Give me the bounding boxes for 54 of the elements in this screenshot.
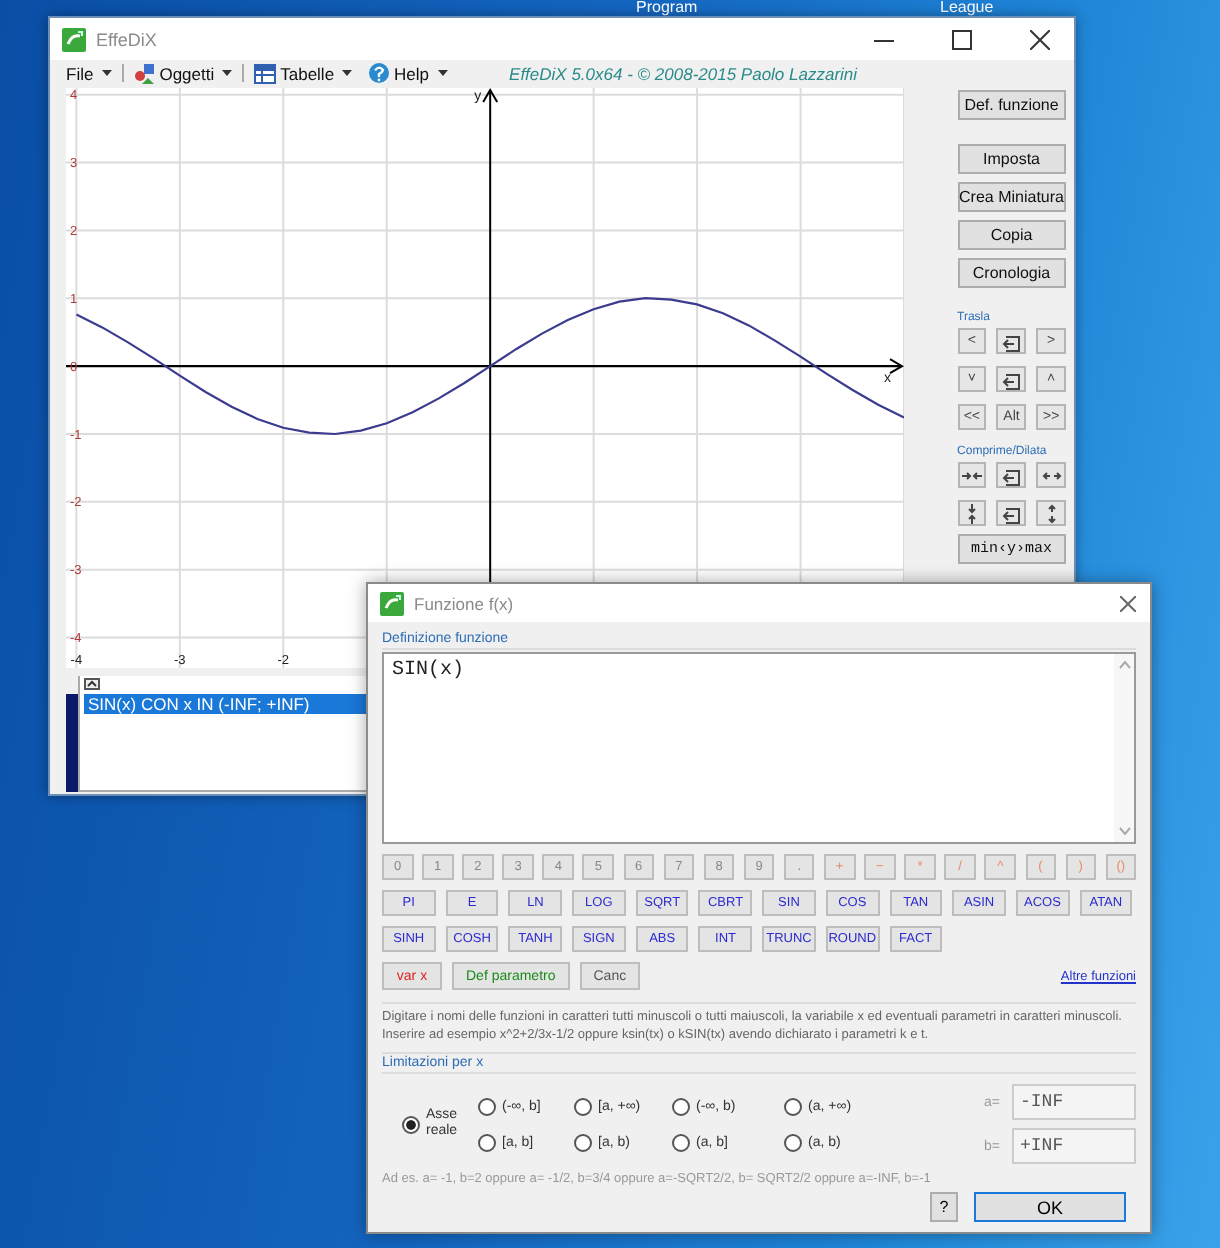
radio-button[interactable] [672, 1097, 690, 1115]
compress-horizontal-button[interactable] [957, 462, 987, 488]
desktop-icon-label[interactable]: League [940, 0, 994, 16]
close-icon [1030, 29, 1050, 49]
panel-button[interactable]: Crea Miniatura [957, 182, 1066, 212]
reset-button[interactable] [996, 366, 1027, 392]
radio-button[interactable] [402, 1115, 420, 1133]
app-caption: EffeDiX 5.0x64 - © 2008-2015 Paolo Lazzarini [509, 63, 858, 83]
radio-button[interactable] [478, 1133, 496, 1151]
reset-icon [1001, 465, 1022, 485]
expand-vertical-button[interactable] [1036, 500, 1066, 526]
caret-icon [437, 70, 448, 76]
scroll-up-icon [1117, 660, 1131, 670]
reset-icon [1001, 369, 1022, 389]
radio-button[interactable] [574, 1097, 592, 1115]
caret-icon [222, 70, 233, 76]
help-button[interactable]: ? [930, 1192, 958, 1222]
ok-button[interactable]: OK [974, 1192, 1126, 1222]
close-icon [1120, 595, 1136, 611]
radio-button[interactable] [574, 1133, 592, 1151]
caret-icon [342, 70, 353, 76]
app-icon [62, 27, 86, 51]
radio-button[interactable] [478, 1097, 496, 1115]
scroll-down-icon [1117, 826, 1131, 836]
menu-item[interactable]: File [60, 60, 118, 86]
menu-item[interactable]: Tabelle [248, 60, 359, 86]
maximize-icon [952, 29, 972, 49]
collapse-icon [84, 678, 100, 690]
radio-button[interactable] [784, 1097, 802, 1115]
desktop-icon-label[interactable]: Program [636, 0, 698, 16]
expand-horizontal-button[interactable] [1036, 462, 1066, 488]
list-margin-bar [66, 694, 78, 792]
menu-item[interactable]: Oggetti [127, 60, 239, 86]
menu-item[interactable]: Help [362, 60, 454, 86]
shapes-icon [133, 61, 156, 85]
reset-icon [1001, 331, 1022, 351]
reset-button[interactable] [996, 462, 1027, 488]
radio-button[interactable] [672, 1133, 690, 1151]
window-title: Funzione f(x) [414, 593, 516, 613]
define-function-button[interactable]: Def. funzione [957, 90, 1066, 120]
caret-icon [101, 70, 112, 76]
reset-button[interactable] [996, 500, 1027, 526]
panel-button[interactable]: Copia [957, 220, 1066, 250]
table-icon [254, 61, 277, 85]
compress-vertical-button[interactable] [957, 500, 987, 526]
app-icon [380, 591, 404, 615]
vertical-scrollbar[interactable] [1114, 654, 1134, 842]
radio-button[interactable] [784, 1133, 802, 1151]
window-title: EffeDiX [96, 29, 159, 49]
panel-button[interactable]: Cronologia [957, 258, 1066, 288]
reset-button[interactable] [996, 328, 1027, 354]
reset-icon [1001, 503, 1022, 523]
function-input[interactable]: SIN(x) [382, 652, 1136, 844]
panel-button[interactable]: Imposta [957, 144, 1066, 174]
